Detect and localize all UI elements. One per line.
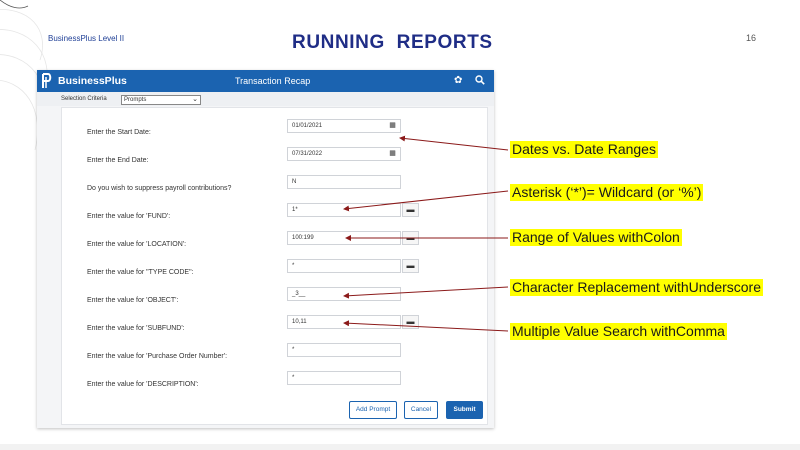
slide-title: RUNNING REPORTS: [292, 32, 493, 53]
app-brand: BusinessPlus: [58, 75, 127, 87]
lookup-icon[interactable]: ▬: [402, 203, 419, 217]
prompt-label: Enter the value for 'OBJECT':: [87, 297, 179, 304]
input-value: 01/01/2021: [292, 123, 323, 129]
lookup-icon[interactable]: ▬: [402, 259, 419, 273]
bottom-band: [0, 444, 800, 450]
input-value: 07/31/2022: [292, 151, 323, 157]
subfund-input[interactable]: 10,11: [287, 315, 401, 329]
prompt-row-end-date: Enter the End Date: 07/31/2022 ▦: [62, 147, 489, 175]
selection-criteria-label: Selection Criteria: [61, 96, 107, 102]
type-code-input[interactable]: *: [287, 259, 401, 273]
location-input[interactable]: 100:199: [287, 231, 401, 245]
prompt-label: Enter the value for "TYPE CODE":: [87, 269, 194, 276]
settings-icon[interactable]: ✿: [454, 75, 462, 87]
title-bar: BusinessPlus Transaction Recap ✿: [37, 70, 494, 92]
prompt-row-description: Enter the value for 'DESCRIPTION': *: [62, 371, 489, 399]
input-value: 10,11: [292, 319, 307, 325]
prompt-label: Enter the End Date:: [87, 157, 149, 164]
input-value: *: [292, 263, 295, 269]
prompt-row-object: Enter the value for 'OBJECT': _3__: [62, 287, 489, 315]
input-value: *: [292, 347, 295, 353]
prompt-label: Enter the value for 'DESCRIPTION':: [87, 381, 199, 388]
prompt-row-fund: Enter the value for 'FUND': 1* ▬: [62, 203, 489, 231]
calendar-icon[interactable]: ▦: [387, 121, 398, 131]
prompt-label: Enter the value for 'SUBFUND':: [87, 325, 185, 332]
add-prompt-button[interactable]: Add Prompt: [349, 401, 397, 419]
end-date-input[interactable]: 07/31/2022: [287, 147, 401, 161]
input-value: _3__: [292, 291, 306, 297]
submit-button[interactable]: Submit: [446, 401, 483, 419]
callout-asterisk: Asterisk (‘*’)= Wildcard (or ‘%’): [510, 184, 704, 201]
window-title: Transaction Recap: [235, 76, 311, 86]
slide-page-number: 16: [746, 33, 757, 43]
prompt-row-type-code: Enter the value for "TYPE CODE": * ▬: [62, 259, 489, 287]
prompt-label: Enter the Start Date:: [87, 129, 151, 136]
lookup-icon[interactable]: ▬: [402, 315, 419, 329]
suppress-payroll-input[interactable]: N: [287, 175, 401, 189]
input-value: 1*: [292, 207, 298, 213]
fund-input[interactable]: 1*: [287, 203, 401, 217]
app-window: BusinessPlus Transaction Recap ✿ Selecti…: [37, 70, 494, 428]
prompt-panel: Enter the Start Date: 01/01/2021 ▦ Enter…: [61, 107, 488, 425]
calendar-icon[interactable]: ▦: [387, 149, 398, 159]
input-value: 100:199: [292, 235, 314, 241]
lookup-icon[interactable]: ▬: [402, 231, 419, 245]
start-date-input[interactable]: 01/01/2021: [287, 119, 401, 133]
input-value: N: [292, 179, 297, 185]
prompt-label: Enter the value for 'Purchase Order Numb…: [87, 353, 228, 360]
description-input[interactable]: *: [287, 371, 401, 385]
prompt-label: Enter the value for 'FUND':: [87, 213, 171, 220]
chevron-down-icon: ⌄: [192, 96, 198, 103]
prompt-row-po-number: Enter the value for 'Purchase Order Numb…: [62, 343, 489, 371]
selection-criteria-value: Prompts: [124, 97, 147, 103]
cancel-button[interactable]: Cancel: [404, 401, 438, 419]
businessplus-logo-icon: [42, 73, 52, 88]
slide-brand: BusinessPlus Level II: [48, 34, 125, 43]
object-input[interactable]: _3__: [287, 287, 401, 301]
prompt-row-location: Enter the value for 'LOCATION': 100:199 …: [62, 231, 489, 259]
search-icon[interactable]: [475, 75, 485, 89]
prompt-row-subfund: Enter the value for 'SUBFUND': 10,11 ▬: [62, 315, 489, 343]
po-number-input[interactable]: *: [287, 343, 401, 357]
callout-range: Range of Values withColon: [510, 229, 682, 246]
prompt-row-suppress-payroll: Do you wish to suppress payroll contribu…: [62, 175, 489, 203]
selection-criteria-select[interactable]: Prompts ⌄: [121, 95, 201, 105]
callout-dates: Dates vs. Date Ranges: [510, 141, 658, 158]
selection-criteria-row: Selection Criteria Prompts ⌄: [37, 92, 494, 106]
prompt-label: Enter the value for 'LOCATION':: [87, 241, 187, 248]
prompt-label: Do you wish to suppress payroll contribu…: [87, 185, 232, 192]
prompt-row-start-date: Enter the Start Date: 01/01/2021 ▦: [62, 119, 489, 147]
callout-underscore: Character Replacement withUnderscore: [510, 279, 763, 296]
callout-comma: Multiple Value Search withComma: [510, 323, 727, 340]
input-value: *: [292, 375, 295, 381]
